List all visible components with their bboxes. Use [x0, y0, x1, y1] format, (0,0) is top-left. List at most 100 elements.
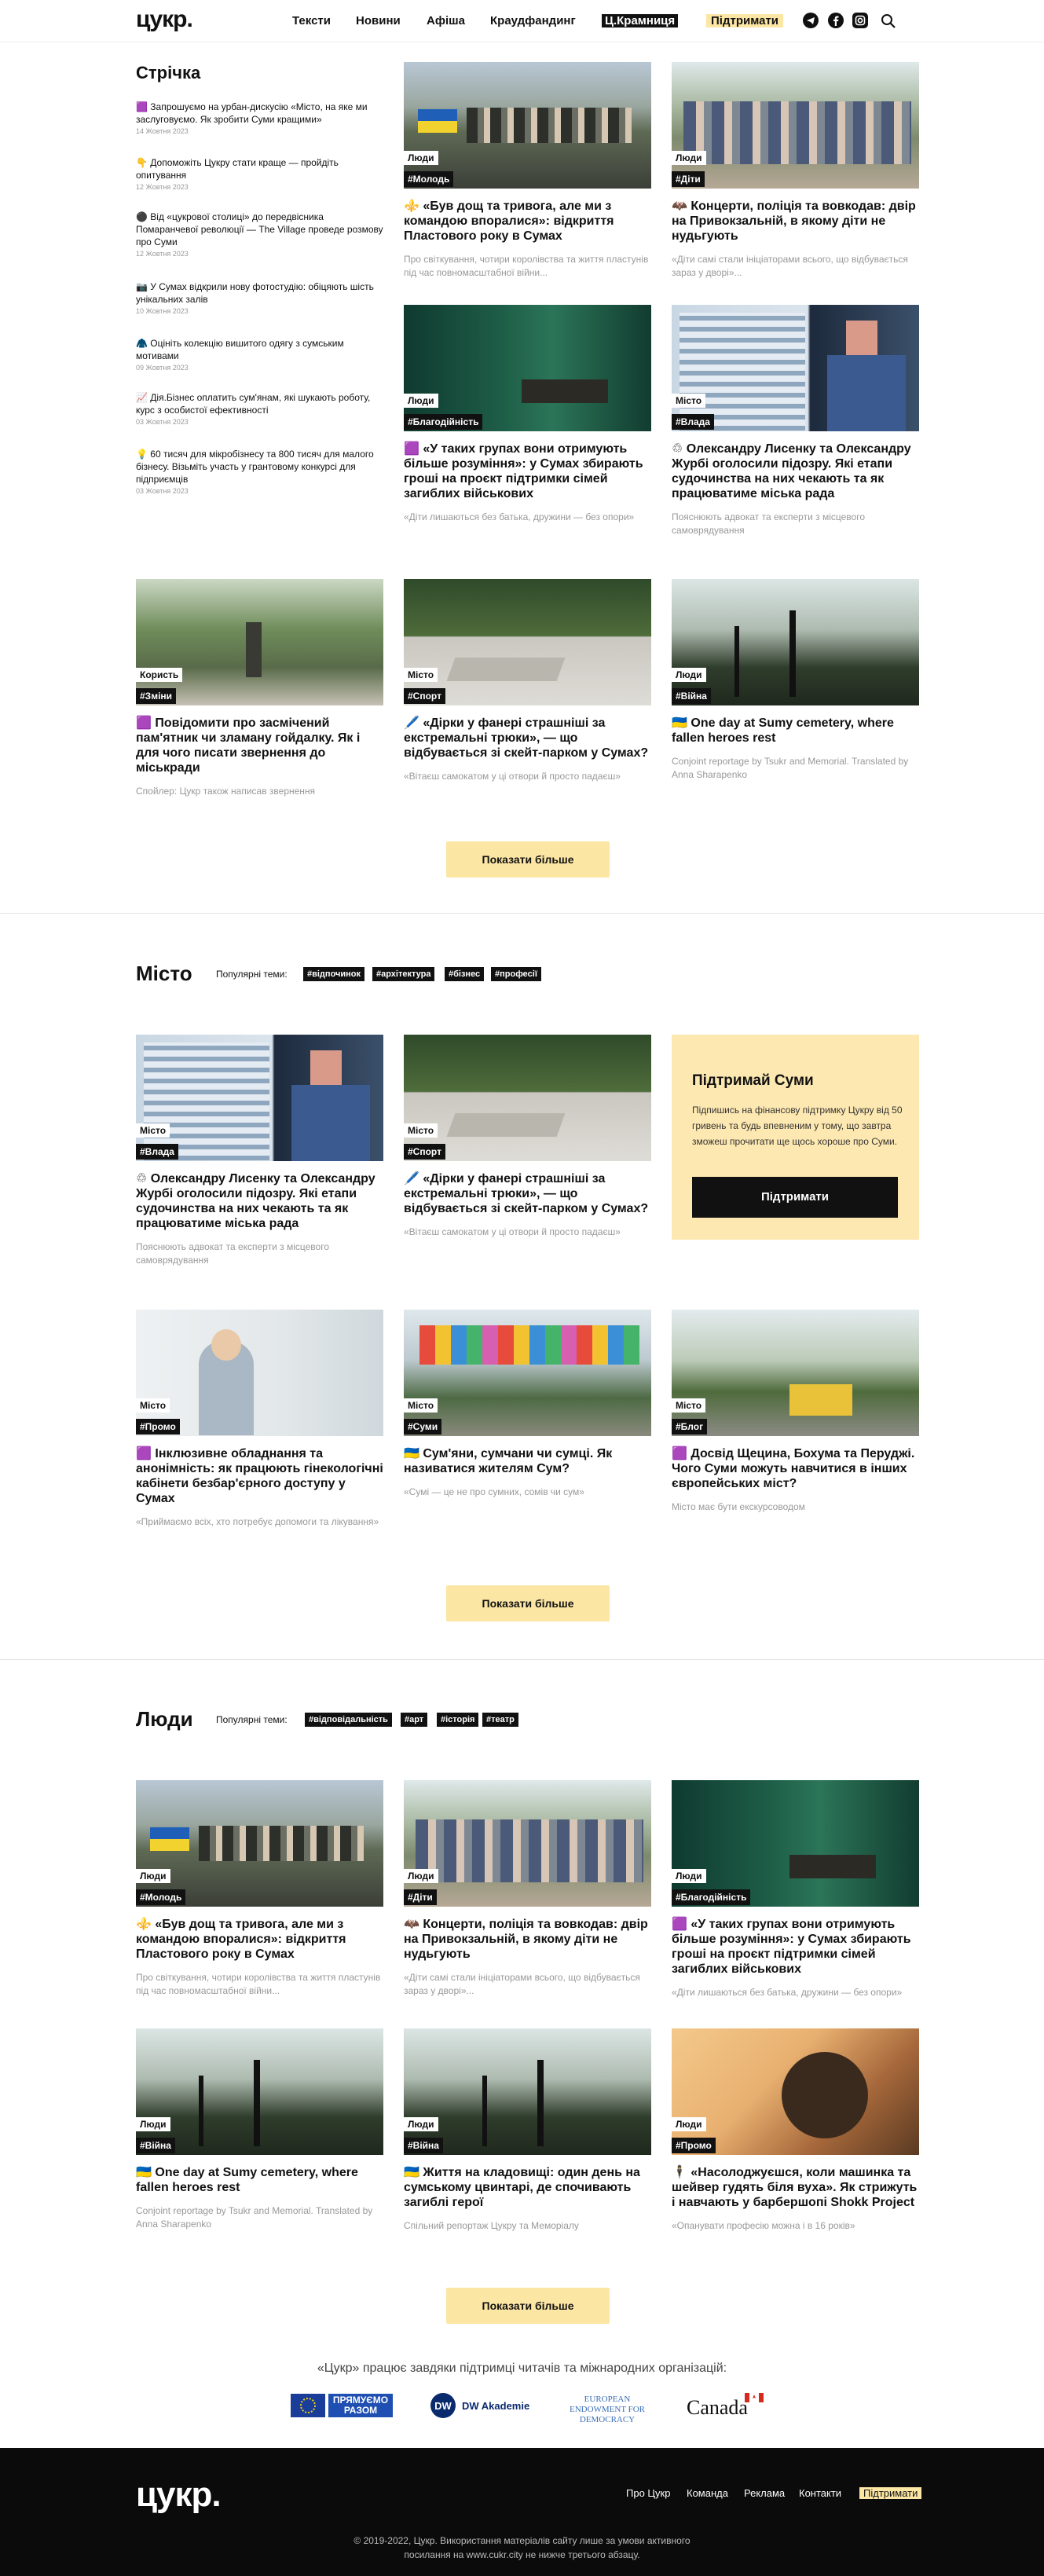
tag-label[interactable]: #Діти — [672, 171, 705, 187]
article-card[interactable]: Місто #Промо 🟪 Інклюзивне обладнання та … — [136, 1310, 383, 1529]
article-card[interactable]: Місто #Спорт 🖊️ «Дірки у фанері страшніш… — [404, 1035, 651, 1239]
tag-label[interactable]: #Війна — [404, 2138, 443, 2153]
telegram-icon[interactable] — [803, 13, 819, 28]
feed-item[interactable]: 🟪 Запрошуємо на урбан-дискусію «Місто, н… — [136, 101, 387, 136]
nav-texts[interactable]: Тексти — [292, 14, 331, 27]
topic-chip[interactable]: #бізнес — [445, 967, 485, 981]
tag-label[interactable]: #Промо — [672, 2138, 716, 2153]
tag-label[interactable]: #Війна — [136, 2138, 175, 2153]
article-card[interactable]: Місто #Влада ♲ Олександру Лисенку та Оле… — [136, 1035, 383, 1267]
section-label[interactable]: Місто — [404, 1398, 438, 1413]
topic-chip[interactable]: #театр — [482, 1713, 518, 1727]
nav-support[interactable]: Підтримати — [706, 14, 784, 27]
article-image[interactable]: Місто #Влада — [136, 1035, 383, 1161]
topic-chip[interactable]: #професії — [491, 967, 541, 981]
article-image[interactable]: Люди #Благодійність — [404, 305, 651, 431]
section-label[interactable]: Місто — [672, 1398, 706, 1413]
show-more-button[interactable]: Показати більше — [446, 1585, 610, 1621]
tag-label[interactable]: #Промо — [136, 1419, 180, 1435]
article-card[interactable]: Люди #Молодь ⚜️ «Був дощ та тривога, але… — [136, 1780, 383, 1998]
partner-logo-eed[interactable]: EUROPEAN ENDOWMENT FOR DEMOCRACY — [564, 2391, 650, 2424]
article-card[interactable]: Люди #Війна 🇺🇦 Життя на кладовищі: один … — [404, 2028, 651, 2233]
section-label[interactable]: Місто — [404, 1123, 438, 1138]
article-image[interactable]: Користь #Зміни — [136, 579, 383, 705]
facebook-icon[interactable] — [828, 13, 844, 28]
site-logo[interactable]: цукр. — [136, 6, 193, 33]
article-image[interactable]: Місто #Влада — [672, 305, 919, 431]
article-card[interactable]: Люди #Діти 🦇 Концерти, поліція та вовкод… — [672, 62, 919, 280]
section-label[interactable]: Люди — [136, 1869, 170, 1883]
section-label[interactable]: Люди — [136, 2117, 170, 2131]
article-image[interactable]: Люди #Війна — [404, 2028, 651, 2155]
article-image[interactable]: Місто #Блог — [672, 1310, 919, 1436]
tag-label[interactable]: #Діти — [404, 1889, 437, 1905]
section-label[interactable]: Люди — [672, 1869, 706, 1883]
tag-label[interactable]: #Влада — [136, 1144, 178, 1160]
feed-item[interactable]: 🧥 Оцініть колекцію вишитого одягу з сумс… — [136, 337, 387, 372]
topic-chip[interactable]: #історія — [437, 1713, 479, 1727]
footer-nav-team[interactable]: Команда — [687, 2487, 728, 2499]
article-card[interactable]: Люди #Молодь ⚜️ «Був дощ та тривога, але… — [404, 62, 651, 280]
section-label[interactable]: Люди — [672, 151, 706, 165]
section-label[interactable]: Люди — [404, 1869, 438, 1883]
feed-item[interactable]: 📷 У Сумах відкрили нову фотостудію: обіц… — [136, 280, 387, 316]
section-label[interactable]: Люди — [404, 394, 438, 408]
support-button[interactable]: Підтримати — [692, 1177, 898, 1218]
section-label[interactable]: Люди — [404, 151, 438, 165]
nav-crowdfunding[interactable]: Краудфандинг — [490, 14, 576, 27]
feed-item[interactable]: 💡 60 тисяч для мікробізнесу та 800 тисяч… — [136, 448, 387, 496]
article-image[interactable]: Люди #Діти — [404, 1780, 651, 1907]
search-icon[interactable] — [880, 13, 897, 30]
section-label[interactable]: Користь — [136, 668, 183, 682]
tag-label[interactable]: #Зміни — [136, 688, 177, 704]
nav-news[interactable]: Новини — [356, 14, 401, 27]
article-card[interactable]: Люди #Війна 🇺🇦 One day at Sumy cemetery,… — [672, 579, 919, 782]
feed-item[interactable]: 📈 Дія.Бізнес оплатить сум'янам, які шука… — [136, 391, 387, 427]
tag-label[interactable]: #Суми — [404, 1419, 442, 1435]
footer-nav-contacts[interactable]: Контакти — [799, 2487, 841, 2499]
tag-label[interactable]: #Спорт — [404, 688, 445, 704]
show-more-button[interactable]: Показати більше — [446, 2288, 610, 2324]
section-label[interactable]: Місто — [672, 394, 706, 408]
tag-label[interactable]: #Блог — [672, 1419, 708, 1435]
footer-nav-about[interactable]: Про Цукр — [626, 2487, 670, 2499]
article-image[interactable]: Люди #Благодійність — [672, 1780, 919, 1907]
article-card[interactable]: Користь #Зміни 🟪 Повідомити про засмічен… — [136, 579, 383, 798]
show-more-button[interactable]: Показати більше — [446, 841, 610, 878]
article-card[interactable]: Люди #Благодійність 🟪 «У таких групах во… — [672, 1780, 919, 1999]
tag-label[interactable]: #Спорт — [404, 1144, 445, 1160]
tag-label[interactable]: #Благодійність — [404, 414, 483, 430]
article-card[interactable]: Місто #Спорт 🖊️ «Дірки у фанері страшніш… — [404, 579, 651, 783]
footer-logo[interactable]: цукр. — [136, 2475, 222, 2515]
feed-item[interactable]: 👇 Допоможіть Цукру стати краще — пройдіт… — [136, 156, 387, 192]
footer-nav-support[interactable]: Підтримати — [859, 2487, 922, 2499]
section-label[interactable]: Місто — [404, 668, 438, 682]
article-image[interactable]: Люди #Війна — [672, 579, 919, 705]
article-image[interactable]: Місто #Спорт — [404, 579, 651, 705]
tag-label[interactable]: #Молодь — [136, 1889, 186, 1905]
article-card[interactable]: Люди #Промо 🕴️ «Насолоджуєшся, коли маши… — [672, 2028, 919, 2233]
article-card[interactable]: Люди #Війна 🇺🇦 One day at Sumy cemetery,… — [136, 2028, 383, 2231]
article-image[interactable]: Місто #Суми — [404, 1310, 651, 1436]
tag-label[interactable]: #Війна — [672, 688, 711, 704]
feed-item[interactable]: ⚫ Від «цукрової столиці» до передвісника… — [136, 211, 387, 258]
article-image[interactable]: Люди #Молодь — [404, 62, 651, 189]
section-label[interactable]: Люди — [672, 2117, 706, 2131]
section-label[interactable]: Люди — [404, 2117, 438, 2131]
article-card[interactable]: Люди #Діти 🦇 Концерти, поліція та вовкод… — [404, 1780, 651, 1998]
article-image[interactable]: Люди #Молодь — [136, 1780, 383, 1907]
article-image[interactable]: Люди #Промо — [672, 2028, 919, 2155]
partner-logo-dw[interactable]: DW DW Akademie — [429, 2391, 531, 2420]
article-card[interactable]: Люди #Благодійність 🟪 «У таких групах во… — [404, 305, 651, 524]
article-card[interactable]: Місто #Влада ♲ Олександру Лисенку та Оле… — [672, 305, 919, 537]
footer-nav-ads[interactable]: Реклама — [744, 2487, 785, 2499]
topic-chip[interactable]: #відпочинок — [303, 967, 365, 981]
article-card[interactable]: Місто #Суми 🇺🇦 Сум'яни, сумчани чи сумці… — [404, 1310, 651, 1499]
topic-chip[interactable]: #відповідальність — [305, 1713, 392, 1727]
section-label[interactable]: Місто — [136, 1123, 170, 1138]
article-image[interactable]: Люди #Війна — [136, 2028, 383, 2155]
section-label[interactable]: Люди — [672, 668, 706, 682]
article-image[interactable]: Місто #Промо — [136, 1310, 383, 1436]
tag-label[interactable]: #Благодійність — [672, 1889, 751, 1905]
nav-poster[interactable]: Афіша — [427, 14, 465, 27]
